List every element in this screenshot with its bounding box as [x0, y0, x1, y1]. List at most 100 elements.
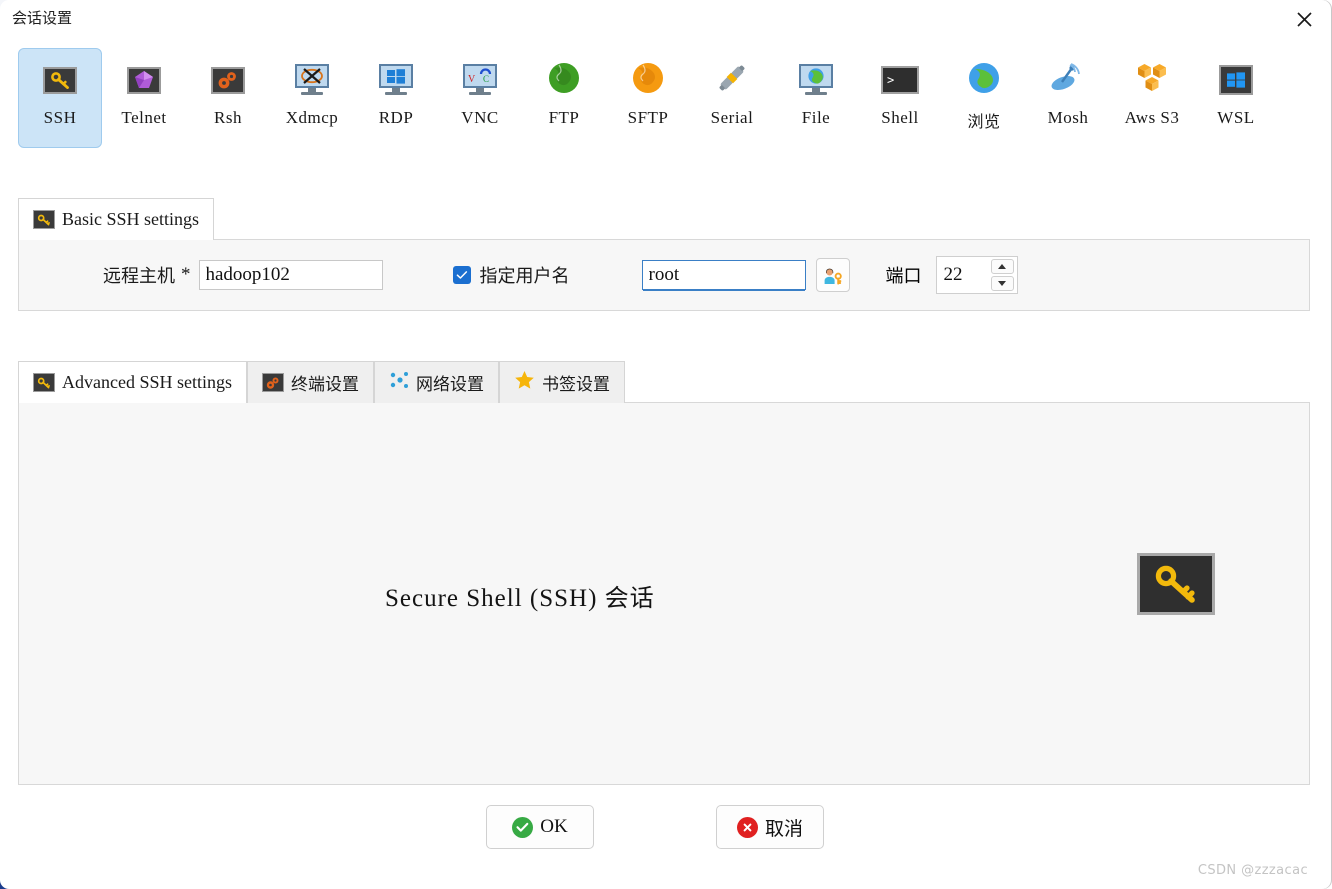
windows-monitor-icon [379, 64, 413, 96]
port-increment-button[interactable] [990, 259, 1014, 274]
protocol-tile-rdp[interactable]: RDP [354, 48, 438, 148]
plug-icon [715, 61, 749, 100]
session-type-caption-cjk: 会话 [604, 584, 655, 612]
protocol-tile-label: VNC [461, 108, 499, 127]
specify-username-checkbox[interactable] [452, 266, 471, 284]
key-icon [33, 373, 55, 392]
protocol-tile-label: Serial [710, 108, 754, 127]
specify-username-checkbox-group: 指定用户名 [452, 262, 570, 288]
globe-monitor-icon [799, 64, 833, 96]
protocol-toolbar: SSH Telnet Rsh Xdmcp RDP V C VNC FTP SFT… [0, 48, 1310, 152]
check-circle-icon [512, 816, 534, 838]
protocol-tile-mosh[interactable]: Mosh [1026, 48, 1110, 148]
advanced-tab-label: 书签设置 [542, 375, 610, 395]
chevron-up-icon [998, 264, 1006, 269]
protocol-tile-label: Telnet [121, 108, 167, 127]
basic-ssh-settings-panel: Basic SSH settings 远程主机 * 指定用户名 [18, 197, 1310, 312]
key-icon [1137, 553, 1215, 615]
port-decrement-button[interactable] [990, 276, 1014, 291]
dialog-footer: OK 取消 [0, 805, 1310, 849]
dialog-title-bar: 会话设置 [0, 0, 1332, 38]
advanced-tab-1[interactable]: 终端设置 [247, 361, 374, 403]
basic-tabstrip: Basic SSH settings [18, 197, 1310, 240]
session-settings-dialog: 会话设置 SSH Telnet Rsh Xdmcp RDP V C VNC FT… [0, 0, 1332, 889]
protocol-tile-label: 浏览 [967, 112, 1001, 131]
remote-host-required-mark: * [181, 264, 191, 285]
protocol-tile-telnet[interactable]: Telnet [102, 48, 186, 148]
specify-username-label: 指定用户名 [479, 266, 570, 287]
tab-basic-ssh-settings[interactable]: Basic SSH settings [18, 198, 215, 240]
advanced-panel-body: Secure Shell (SSH) 会话 [18, 402, 1310, 785]
aws-cubes-icon [1134, 62, 1170, 99]
watermark: CSDN @zzzacac [1197, 863, 1308, 878]
advanced-tab-2[interactable]: 网络设置 [374, 361, 499, 403]
username-input[interactable] [641, 260, 806, 290]
globe-icon [631, 61, 665, 100]
protocol-tile-label: FTP [548, 108, 580, 127]
advanced-tab-label: 终端设置 [291, 375, 359, 395]
gears-icon [211, 66, 245, 94]
user-key-icon[interactable] [815, 258, 850, 292]
key-icon [33, 210, 55, 229]
basic-panel-body: 远程主机 * 指定用户名 [18, 239, 1310, 311]
tab-basic-ssh-settings-label: Basic SSH settings [62, 209, 200, 229]
protocol-tile-wsl[interactable]: WSL [1194, 48, 1278, 148]
protocol-tile-label: SFTP [627, 108, 669, 127]
protocol-tile-label: Rsh [214, 108, 242, 127]
advanced-tab-3[interactable]: 书签设置 [499, 361, 625, 403]
x-monitor-icon [295, 64, 329, 96]
svg-text:V: V [468, 74, 476, 85]
protocol-tile-ssh[interactable]: SSH [18, 48, 102, 148]
network-icon [389, 370, 409, 395]
protocol-tile-label: RDP [378, 108, 414, 127]
protocol-tile-serial[interactable]: Serial [690, 48, 774, 148]
protocol-tile-label: SSH [43, 108, 77, 127]
basic-field-row: 远程主机 * 指定用户名 [19, 256, 1309, 294]
protocol-tile-label: Mosh [1047, 108, 1089, 127]
advanced-tab-0[interactable]: Advanced SSH settings [18, 361, 247, 403]
session-type-caption-latin: Secure Shell (SSH) [385, 585, 598, 612]
port-value[interactable]: 22 [937, 257, 991, 293]
close-circle-icon [736, 816, 758, 838]
protocol-tile-aws-s3[interactable]: Aws S3 [1110, 48, 1194, 148]
svg-text:C: C [483, 74, 489, 84]
advanced-tab-label: 网络设置 [416, 375, 484, 395]
session-type-caption: Secure Shell (SSH) 会话 [385, 578, 655, 613]
advanced-settings-panel: Advanced SSH settings 终端设置 网络设置 书签设置 Sec… [18, 360, 1310, 785]
port-label: 端口 [885, 266, 922, 287]
username-field-group [641, 258, 850, 292]
remote-host-label: 远程主机 [103, 266, 175, 287]
key-icon [43, 66, 77, 94]
globe-icon [547, 61, 581, 100]
advanced-tab-label: Advanced SSH settings [62, 372, 232, 392]
protocol-tile-sftp[interactable]: SFTP [606, 48, 690, 148]
protocol-tile-浏览[interactable]: 浏览 [942, 48, 1026, 148]
protocol-tile-xdmcp[interactable]: Xdmcp [270, 48, 354, 148]
protocol-tile-ftp[interactable]: FTP [522, 48, 606, 148]
vnc-monitor-icon: V C [463, 64, 497, 96]
cancel-button[interactable]: 取消 [716, 805, 824, 849]
protocol-tile-shell[interactable]: > Shell [858, 48, 942, 148]
protocol-tile-label: Shell [881, 108, 919, 127]
ok-button[interactable]: OK [486, 805, 594, 849]
cancel-button-label: 取消 [764, 817, 803, 840]
protocol-tile-label: WSL [1217, 108, 1255, 127]
gem-icon [127, 66, 161, 94]
gears-icon [262, 373, 284, 392]
port-stepper[interactable]: 22 [935, 256, 1018, 294]
blue-globe-icon [967, 61, 1001, 100]
satellite-icon [1050, 62, 1086, 99]
dialog-title: 会话设置 [12, 9, 73, 27]
ok-button-label: OK [540, 816, 568, 837]
protocol-tile-vnc[interactable]: V C VNC [438, 48, 522, 148]
close-icon[interactable] [1288, 4, 1320, 34]
windows-icon [1219, 65, 1253, 95]
protocol-tile-label: File [801, 108, 831, 127]
protocol-tile-file[interactable]: File [774, 48, 858, 148]
chevron-down-icon [998, 281, 1006, 286]
protocol-tile-label: Xdmcp [285, 108, 339, 127]
star-icon [514, 370, 535, 395]
terminal-icon: > [881, 66, 919, 94]
protocol-tile-rsh[interactable]: Rsh [186, 48, 270, 148]
remote-host-input[interactable] [198, 260, 383, 290]
